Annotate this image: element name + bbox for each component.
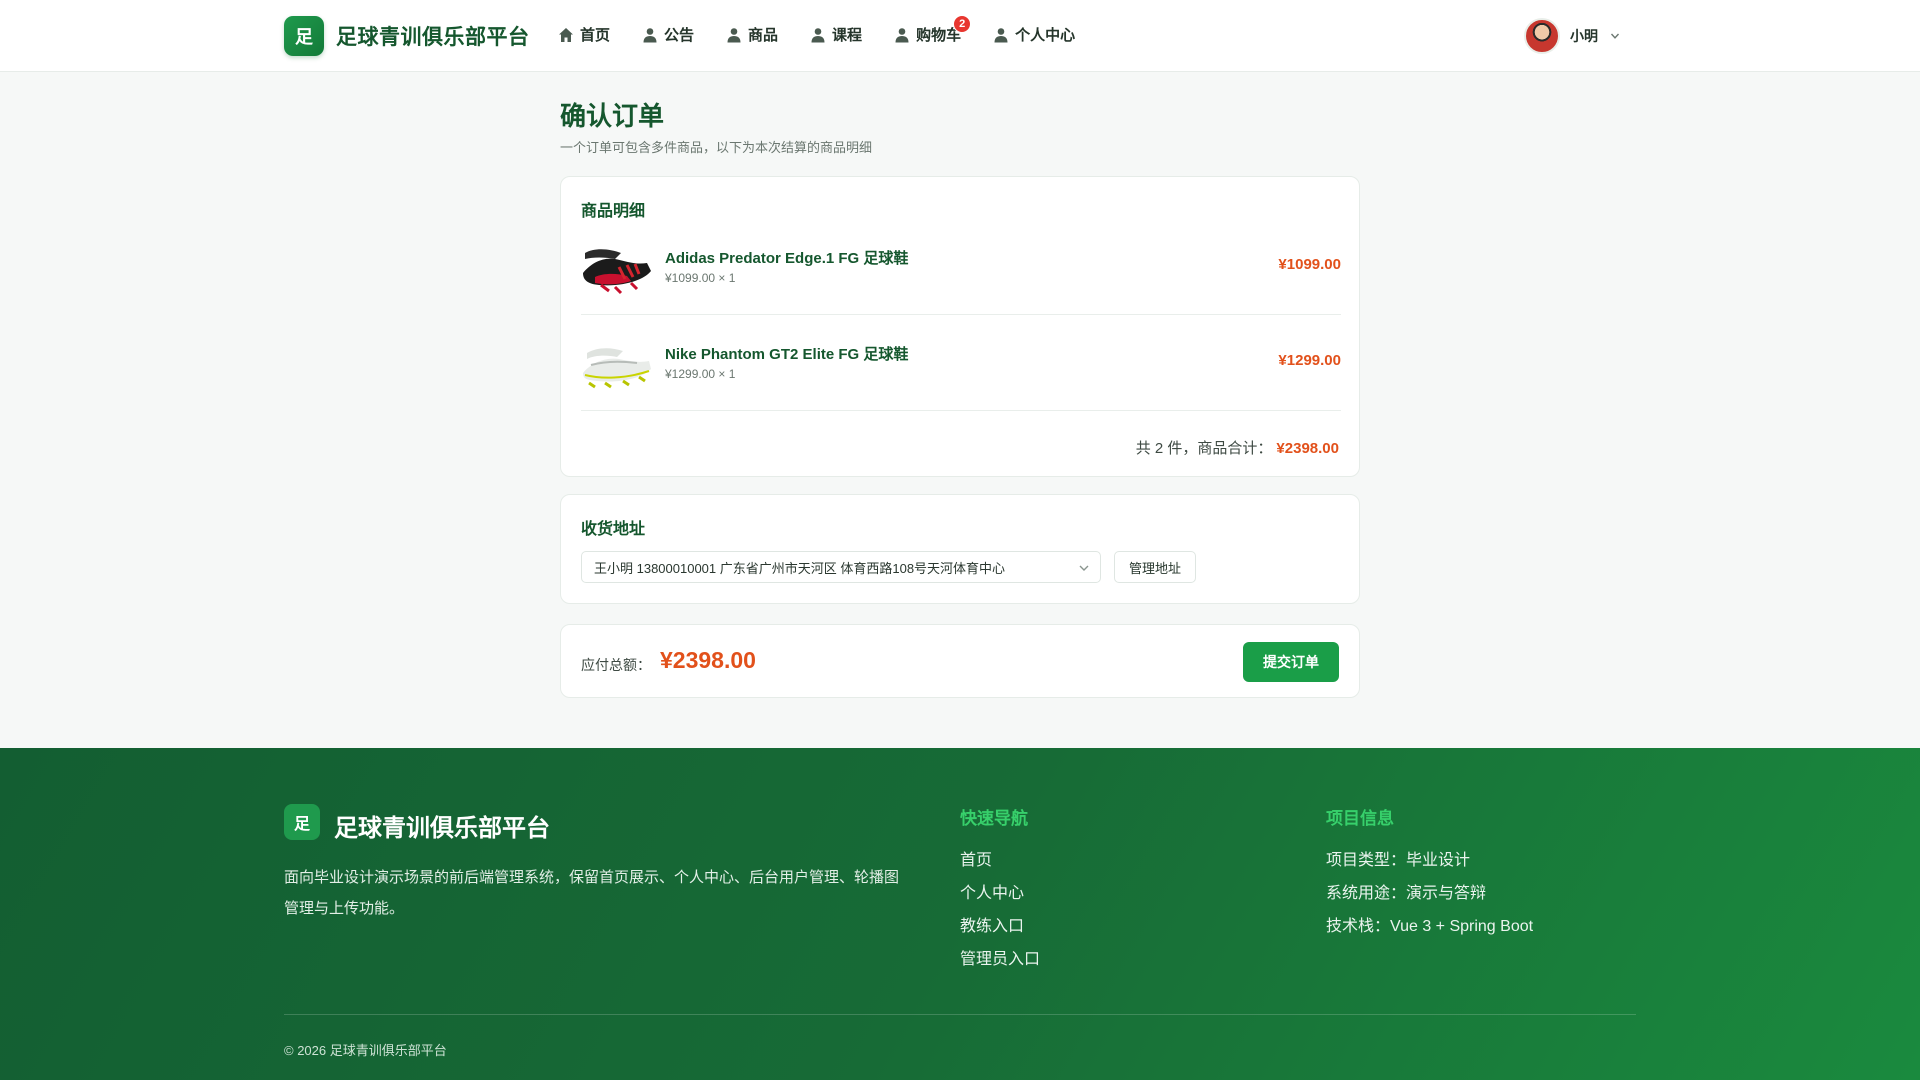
address-heading: 收货地址 [581, 521, 646, 538]
page-subtitle: 一个订单可包含多件商品，以下为本次结算的商品明细 [560, 140, 873, 155]
brand-title: 足球青训俱乐部平台 [336, 26, 530, 49]
payable-amount: ¥2398.00 [660, 647, 756, 673]
footer-description: 面向毕业设计演示场景的前后端管理系统，保留首页展示、个人中心、后台用户管理、轮播… [284, 869, 900, 917]
product-image-nike-boot [581, 339, 653, 391]
payable-label: 应付总额： [581, 657, 651, 673]
brand[interactable]: 足 足球青训俱乐部平台 [284, 16, 530, 56]
chevron-down-icon [1610, 33, 1620, 39]
user-icon [811, 27, 825, 42]
user-menu[interactable]: 小明 [1524, 18, 1620, 54]
footer-project-stack: 技术栈：Vue 3 + Spring Boot [1326, 918, 1534, 935]
nav-label: 首页 [580, 27, 611, 44]
summary-text: 共 2 件，商品合计： [1135, 440, 1273, 457]
nav-cart[interactable]: 购物车 2 [894, 15, 972, 45]
goods-heading: 商品明细 [581, 203, 646, 220]
nav-courses[interactable]: 课程 [810, 24, 862, 45]
nav-label: 公告 [664, 27, 695, 44]
goods-summary: 共 2 件，商品合计： ¥2398.00 [1136, 437, 1339, 458]
chevron-down-icon [1079, 565, 1089, 571]
footer-quick-nav-heading: 快速导航 [960, 809, 1028, 828]
manage-address-button[interactable]: 管理地址 [1114, 551, 1197, 583]
cart-count-badge: 2 [953, 15, 972, 33]
item-name: Nike Phantom GT2 Elite FG 足球鞋 [665, 346, 909, 363]
footer-divider [284, 1014, 1636, 1015]
item-subtotal: ¥1299.00 [1278, 352, 1341, 369]
avatar [1524, 18, 1560, 54]
top-navbar: 足 足球青训俱乐部平台 首页 公告 商品 课程 购物车 2 个人中心 小明 [0, 0, 1920, 72]
nav-label: 个人中心 [1015, 27, 1076, 44]
user-icon [643, 27, 657, 42]
submit-order-button[interactable]: 提交订单 [1243, 642, 1339, 682]
footer-project-type: 项目类型：毕业设计 [1326, 852, 1471, 869]
order-item: Adidas Predator Edge.1 FG 足球鞋 ¥1099.00 ×… [581, 219, 1341, 315]
footer-link-profile[interactable]: 个人中心 [960, 879, 1024, 903]
footer-project-purpose: 系统用途：演示与答辩 [1326, 885, 1487, 902]
address-selected-value: 王小明 13800010001 广东省广州市天河区 体育西路108号天河体育中心 [594, 560, 1006, 576]
footer-logo: 足 [284, 804, 320, 840]
summary-amount: ¥2398.00 [1276, 440, 1339, 457]
nav-label: 商品 [748, 27, 779, 44]
item-subtotal: ¥1099.00 [1278, 256, 1341, 273]
user-icon [727, 27, 741, 42]
footer-project-heading: 项目信息 [1326, 809, 1394, 828]
footer-title: 足球青训俱乐部平台 [334, 815, 550, 842]
footer-link-home[interactable]: 首页 [960, 846, 992, 870]
item-name: Adidas Predator Edge.1 FG 足球鞋 [665, 250, 909, 267]
user-name: 小明 [1570, 28, 1598, 44]
nav-label: 课程 [832, 27, 863, 44]
brand-logo: 足 [284, 16, 324, 56]
payment-card: 应付总额： ¥2398.00 提交订单 [560, 624, 1360, 698]
footer-copyright: © 2026 足球青训俱乐部平台 [284, 1043, 447, 1058]
goods-card: 商品明细 Adidas Predator Edge.1 FG 足球鞋 ¥1099… [560, 176, 1360, 477]
address-select[interactable]: 王小明 13800010001 广东省广州市天河区 体育西路108号天河体育中心 [581, 551, 1101, 583]
order-item: Nike Phantom GT2 Elite FG 足球鞋 ¥1299.00 ×… [581, 315, 1341, 411]
footer: 足 足球青训俱乐部平台 面向毕业设计演示场景的前后端管理系统，保留首页展示、个人… [0, 748, 1920, 1080]
nav-products[interactable]: 商品 [726, 24, 778, 45]
page-title: 确认订单 [560, 101, 665, 131]
home-icon [559, 27, 573, 42]
footer-link-coach[interactable]: 教练入口 [960, 912, 1024, 936]
item-unit-price: ¥1099.00 × 1 [665, 271, 736, 285]
nav-announcements[interactable]: 公告 [642, 24, 694, 45]
nav-home[interactable]: 首页 [558, 24, 610, 45]
item-unit-price: ¥1299.00 × 1 [665, 367, 736, 381]
user-icon [895, 27, 909, 42]
product-image-adidas-boot [581, 243, 653, 295]
main-nav: 首页 公告 商品 课程 购物车 2 个人中心 [558, 15, 1107, 45]
user-icon [994, 27, 1008, 42]
nav-profile[interactable]: 个人中心 [993, 24, 1075, 45]
footer-link-admin[interactable]: 管理员入口 [960, 945, 1040, 969]
address-card: 收货地址 王小明 13800010001 广东省广州市天河区 体育西路108号天… [560, 494, 1360, 604]
